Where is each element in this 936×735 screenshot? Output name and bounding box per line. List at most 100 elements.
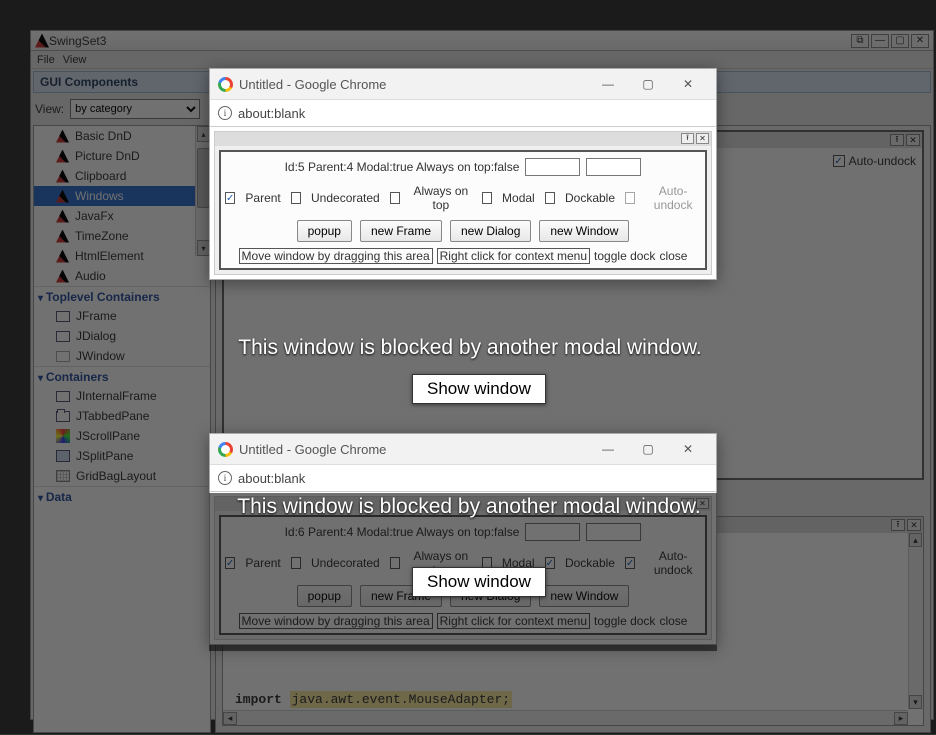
menu-view[interactable]: View (63, 54, 87, 66)
always-on-top-checkbox[interactable] (390, 192, 400, 204)
chrome-icon (218, 442, 233, 457)
chrome-inner-titlebar[interactable]: ⭱ ✕ (215, 132, 711, 146)
chrome-inner-undock-icon[interactable]: ⭱ (681, 133, 694, 144)
new-frame-button[interactable]: new Frame (360, 220, 442, 242)
toggle-dock-link[interactable]: toggle dock (594, 249, 655, 263)
sidebar-item-jwindow[interactable]: JWindow (34, 346, 210, 366)
sidebar-item-jdialog[interactable]: JDialog (34, 326, 210, 346)
inner-undock-icon[interactable]: ⭱ (890, 134, 904, 146)
inner-close-icon[interactable]: ✕ (906, 134, 920, 146)
code-vscrollbar[interactable]: ▴ ▾ (908, 533, 923, 709)
group-data[interactable]: Data (34, 486, 210, 506)
check-row: Parent Undecorated Always on top Modal D… (225, 184, 701, 212)
window-icon (56, 331, 70, 342)
menu-file[interactable]: File (37, 54, 55, 66)
chrome-close-button[interactable]: ✕ (668, 434, 708, 464)
code-close-icon[interactable]: ✕ (907, 519, 921, 531)
text-field-2[interactable] (586, 158, 641, 176)
sidebar-item-windows[interactable]: Windows (34, 186, 210, 206)
sidebar-item-picture-dnd[interactable]: Picture DnD (34, 146, 210, 166)
button-row: popup new Frame new Dialog new Window (225, 220, 701, 242)
parent-checkbox[interactable] (225, 557, 235, 569)
text-field-1[interactable] (525, 523, 580, 541)
chrome-close-button[interactable]: ✕ (668, 69, 708, 99)
undecorated-checkbox[interactable] (291, 557, 301, 569)
scrollbar-arrow-down-icon[interactable]: ▾ (909, 695, 922, 709)
sidebar-item-timezone[interactable]: TimeZone (34, 226, 210, 246)
group-containers[interactable]: Containers (34, 366, 210, 386)
code-hscrollbar[interactable]: ◂ ▸ (223, 710, 908, 725)
undecorated-checkbox[interactable] (291, 192, 301, 204)
new-window-button[interactable]: new Window (539, 220, 629, 242)
sidebar-item-jsplitpane[interactable]: JSplitPane (34, 446, 210, 466)
auto-undock-label: Auto-undock (849, 154, 916, 168)
dockable-checkbox[interactable] (545, 192, 555, 204)
chrome-minimize-button[interactable]: — (588, 69, 628, 99)
sidebar-item-audio[interactable]: Audio (34, 266, 210, 286)
maximize-button[interactable]: ▢ (891, 34, 909, 48)
text-field-2[interactable] (586, 523, 641, 541)
tab-icon (56, 411, 70, 422)
undock-button[interactable]: ⧉ (851, 34, 869, 48)
dockable-checkbox[interactable] (545, 557, 555, 569)
sidebar-item-jscrollpane[interactable]: JScrollPane (34, 426, 210, 446)
code-undock-icon[interactable]: ⭱ (891, 519, 905, 531)
chrome-inner-close-icon[interactable]: ✕ (696, 133, 709, 144)
sidebar-item-javafx[interactable]: JavaFx (34, 206, 210, 226)
sidebar-item-basic-dnd[interactable]: Basic DnD (34, 126, 210, 146)
close-link[interactable]: close (659, 249, 687, 263)
view-select[interactable]: by category (70, 99, 200, 119)
show-window-button[interactable]: Show window (412, 374, 546, 404)
duke-icon (56, 270, 69, 283)
hint-row: Move window by dragging this area Right … (225, 613, 701, 629)
text-field-1[interactable] (525, 158, 580, 176)
context-hint[interactable]: Right click for context menu (437, 248, 590, 264)
group-toplevel-containers[interactable]: Toplevel Containers (34, 286, 210, 306)
toggle-dock-link[interactable]: toggle dock (594, 614, 655, 628)
popup-button[interactable]: popup (297, 585, 352, 607)
parent-checkbox[interactable] (225, 192, 235, 204)
sidebar-item-clipboard[interactable]: Clipboard (34, 166, 210, 186)
info-icon[interactable]: i (218, 106, 232, 120)
sidebar-item-jframe[interactable]: JFrame (34, 306, 210, 326)
sidebar-item-jtabbedpane[interactable]: JTabbedPane (34, 406, 210, 426)
drag-hint[interactable]: Move window by dragging this area (239, 248, 433, 264)
panel-info-line: Id:5 Parent:4 Modal:true Always on top:f… (225, 158, 701, 176)
chrome-address-bar[interactable]: i about:blank (210, 464, 716, 492)
chrome-minimize-button[interactable]: — (588, 434, 628, 464)
close-link[interactable]: close (659, 614, 687, 628)
info-icon[interactable]: i (218, 471, 232, 485)
modal-checkbox[interactable] (482, 192, 492, 204)
auto-undock-checkbox[interactable] (625, 557, 635, 569)
popup-button[interactable]: popup (297, 220, 352, 242)
chrome-maximize-button[interactable]: ▢ (628, 69, 668, 99)
auto-undock-checkbox[interactable] (833, 155, 845, 167)
modal-blocked-message: This window is blocked by another modal … (189, 495, 749, 519)
new-window-button[interactable]: new Window (539, 585, 629, 607)
scrollbar-arrow-right-icon[interactable]: ▸ (894, 712, 908, 725)
chrome-titlebar[interactable]: Untitled - Google Chrome — ▢ ✕ (210, 69, 716, 99)
show-window-button[interactable]: Show window (412, 567, 546, 597)
new-dialog-button[interactable]: new Dialog (450, 220, 531, 242)
chrome-popup-bottom: Untitled - Google Chrome — ▢ ✕ i about:b… (209, 433, 717, 645)
scrollbar-arrow-up-icon[interactable]: ▴ (909, 533, 922, 547)
close-button[interactable]: ✕ (911, 34, 929, 48)
chrome-maximize-button[interactable]: ▢ (628, 434, 668, 464)
minimize-button[interactable]: — (871, 34, 889, 48)
sidebar-item-htmlelement[interactable]: HtmlElement (34, 246, 210, 266)
drag-hint[interactable]: Move window by dragging this area (239, 613, 433, 629)
context-hint[interactable]: Right click for context menu (437, 613, 590, 629)
view-label: View: (35, 102, 64, 116)
sidebar-scrollbar[interactable]: ▴ ▾ (195, 126, 210, 256)
chrome-address-bar[interactable]: i about:blank (210, 99, 716, 127)
always-on-top-checkbox[interactable] (390, 557, 400, 569)
sidebar-item-jinternalframe[interactable]: JInternalFrame (34, 386, 210, 406)
scroll-icon (56, 429, 70, 443)
main-titlebar[interactable]: SwingSet3 ⧉ — ▢ ✕ (31, 31, 933, 51)
scrollbar-arrow-left-icon[interactable]: ◂ (223, 712, 237, 725)
hint-row: Move window by dragging this area Right … (225, 248, 701, 264)
auto-undock-checkbox (625, 192, 635, 204)
sidebar-item-gridbaglayout[interactable]: GridBagLayout (34, 466, 210, 486)
chrome-titlebar[interactable]: Untitled - Google Chrome — ▢ ✕ (210, 434, 716, 464)
sidebar[interactable]: Basic DnD Picture DnD Clipboard Windows … (33, 125, 211, 733)
